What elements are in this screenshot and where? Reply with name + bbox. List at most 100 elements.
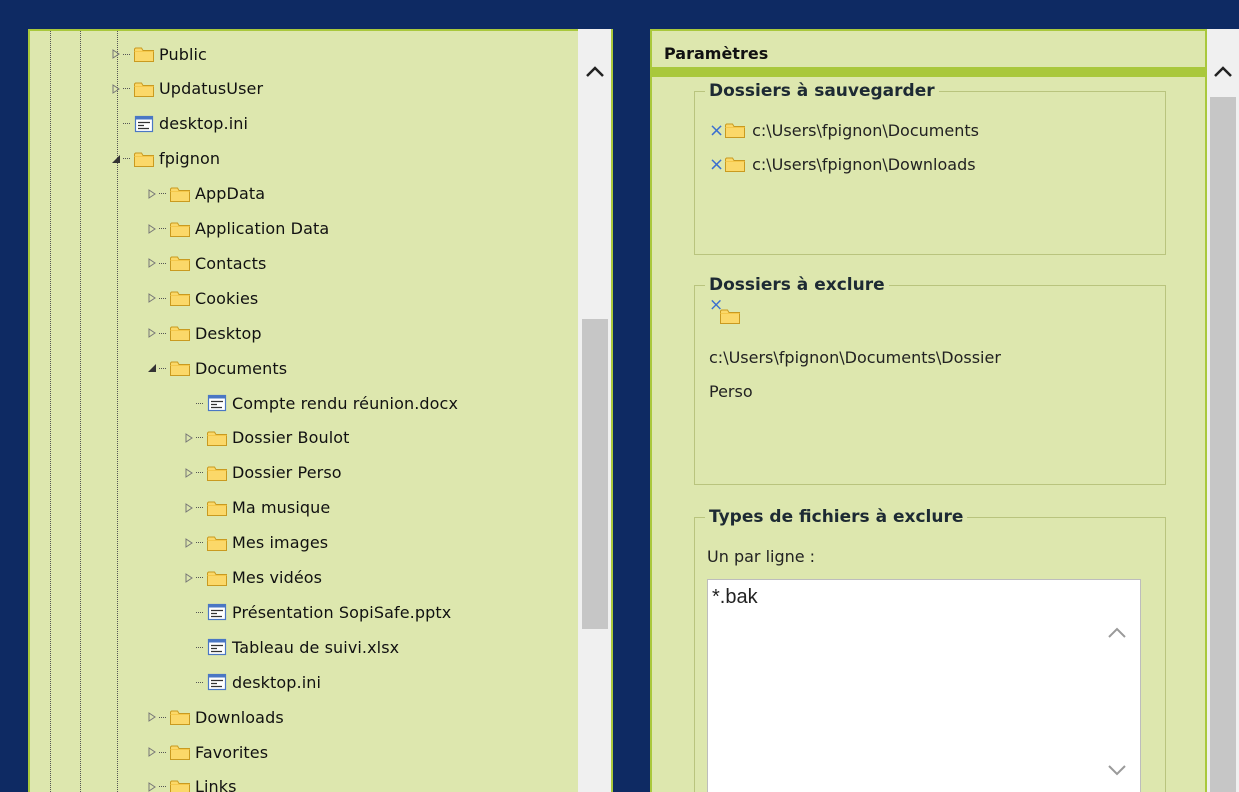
expand-arrow-icon[interactable] — [183, 502, 195, 514]
expand-arrow-icon[interactable] — [110, 83, 122, 95]
tree-node-label: Compte rendu réunion.docx — [232, 393, 459, 413]
tree-node-label: Mes images — [232, 533, 329, 553]
tree-node-label: Contacts — [195, 253, 267, 273]
folder-icon — [133, 150, 155, 168]
tree-scrollbar[interactable] — [578, 29, 611, 792]
tree-connector — [183, 676, 195, 688]
backup-folders-legend: Dossiers à sauvegarder — [709, 81, 935, 101]
tree-node-label: Documents — [195, 358, 288, 378]
tree-node-label: Favorites — [195, 742, 269, 762]
expand-arrow-icon[interactable] — [183, 572, 195, 584]
tree-file-node[interactable]: Présentation SopiSafe.pptx — [183, 596, 451, 628]
tree-connector — [196, 646, 203, 648]
tree-connector — [123, 88, 130, 90]
tree-folder-node[interactable]: Mes images — [183, 527, 328, 559]
scroll-up-arrow-icon[interactable] — [1207, 57, 1239, 87]
tree-folder-node[interactable]: Contacts — [146, 247, 266, 279]
tree-node-label: Présentation SopiSafe.pptx — [232, 602, 452, 622]
expand-arrow-icon[interactable] — [183, 432, 195, 444]
tree-folder-node[interactable]: Cookies — [146, 282, 258, 314]
tree-connector — [196, 437, 203, 439]
tree-node-label: Desktop — [195, 323, 262, 343]
tree-node-label: Links — [195, 777, 237, 792]
folder-icon — [169, 324, 191, 342]
tree-folder-node[interactable]: Downloads — [146, 701, 284, 733]
remove-icon[interactable]: × — [709, 154, 724, 175]
tree-folder-node[interactable]: Dossier Boulot — [183, 422, 350, 454]
tree-connector — [159, 262, 166, 264]
folder-icon — [206, 429, 228, 447]
expand-arrow-icon[interactable] — [146, 292, 158, 304]
tree-node-label: AppData — [195, 184, 266, 204]
tree-folder-node[interactable]: UpdatusUser — [110, 73, 263, 105]
tree-connector — [123, 123, 130, 125]
tree-folder-node[interactable]: Favorites — [146, 736, 268, 768]
tree-connector — [159, 228, 166, 229]
tree-file-node[interactable]: Tableau de suivi.xlsx — [183, 631, 399, 663]
scroll-up-arrow-icon[interactable] — [578, 57, 611, 87]
folder-icon — [169, 254, 191, 272]
scroll-thumb[interactable] — [1210, 97, 1236, 792]
tree-folder-node[interactable]: Ma musique — [183, 492, 330, 524]
settings-scrollbar[interactable] — [1207, 29, 1239, 792]
tree-file-node[interactable]: desktop.ini — [110, 108, 248, 140]
folder-icon — [206, 569, 228, 587]
tree-folder-node[interactable]: fpignon — [110, 143, 220, 175]
folder-icon — [206, 534, 228, 552]
folder-icon — [724, 121, 746, 139]
folder-icon — [206, 464, 228, 482]
tree-folder-node[interactable]: AppData — [146, 178, 265, 210]
folder-icon — [169, 708, 191, 726]
folder-icon — [169, 778, 191, 792]
tree-file-node[interactable]: Compte rendu réunion.docx — [183, 387, 458, 419]
collapse-arrow-icon[interactable] — [110, 153, 122, 165]
folder-icon — [169, 289, 191, 307]
tree-connector — [110, 118, 122, 130]
tree-folder-node[interactable]: Mes vidéos — [183, 562, 322, 594]
tree-node-label: UpdatusUser — [159, 79, 264, 99]
file-icon — [206, 638, 228, 656]
tree-node-label: Public — [159, 44, 207, 64]
expand-arrow-icon[interactable] — [146, 188, 158, 200]
tree-folder-node[interactable]: Links — [146, 771, 237, 792]
expand-arrow-icon[interactable] — [183, 467, 195, 479]
tree-node-label: Ma musique — [232, 498, 331, 518]
tree-connector — [183, 397, 195, 409]
tree-node-label: desktop.ini — [232, 672, 322, 692]
tree-connector — [196, 507, 203, 509]
scroll-thumb[interactable] — [582, 319, 608, 629]
tree-connector — [196, 611, 203, 613]
excluded-folder-item: × — [695, 295, 1165, 331]
tree-folder-node[interactable]: Dossier Perso — [183, 457, 342, 489]
folder-tree-panel[interactable]: Public UpdatusUser desktop.ini fpignon AppDa… — [28, 29, 613, 792]
excluded-filetypes-group: Types de fichiers à exclure Un par ligne… — [694, 507, 1166, 792]
tree-folder-node[interactable]: Desktop — [146, 317, 262, 349]
folder-icon — [169, 185, 191, 203]
tree-node-label: Dossier Perso — [232, 463, 342, 483]
tree-folder-node[interactable]: Documents — [146, 352, 287, 384]
expand-arrow-icon[interactable] — [146, 257, 158, 269]
expand-arrow-icon[interactable] — [146, 223, 158, 235]
expand-arrow-icon[interactable] — [146, 327, 158, 339]
excluded-folder-path: c:\Users\fpignon\Documents\Dossier Perso — [709, 348, 1001, 401]
remove-icon[interactable]: × — [709, 120, 724, 141]
expand-arrow-icon[interactable] — [146, 711, 158, 723]
filetypes-textarea[interactable] — [707, 579, 1141, 792]
tree-connector — [196, 577, 203, 578]
expand-arrow-icon[interactable] — [183, 537, 195, 549]
tree-folder-node[interactable]: Public — [110, 38, 207, 70]
excluded-filetypes-legend: Types de fichiers à exclure — [709, 507, 964, 527]
expand-arrow-icon[interactable] — [146, 746, 158, 758]
tree-file-node[interactable]: desktop.ini — [183, 666, 321, 698]
expand-arrow-icon[interactable] — [110, 48, 122, 60]
tree-guide-line — [50, 31, 51, 792]
expand-arrow-icon[interactable] — [146, 781, 158, 792]
tree-connector — [183, 641, 195, 653]
folder-icon — [206, 499, 228, 517]
textarea-scroll-down-icon[interactable] — [1107, 764, 1127, 776]
tree-folder-node[interactable]: Application Data — [146, 213, 329, 245]
textarea-scroll-up-icon[interactable] — [1107, 627, 1127, 639]
excluded-folders-legend: Dossiers à exclure — [709, 275, 885, 295]
collapse-arrow-icon[interactable] — [146, 362, 158, 374]
tree-node-label: Downloads — [195, 707, 284, 727]
